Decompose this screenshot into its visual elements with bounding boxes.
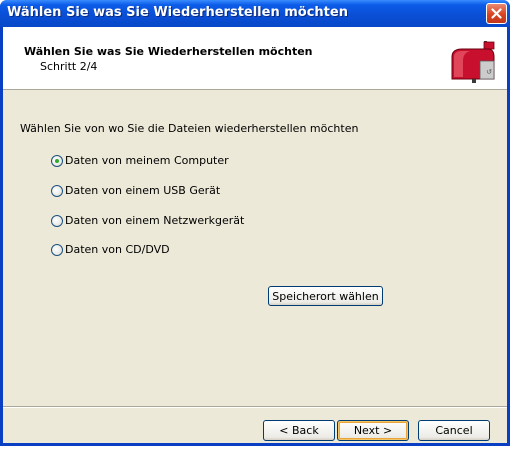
mailbox-icon: ↺: [451, 41, 495, 83]
option-label: Daten von einem Netzwerkgerät: [65, 214, 245, 227]
title-bar[interactable]: Wählen Sie was Sie Wiederherstellen möch…: [0, 0, 510, 27]
option-usb-device[interactable]: Daten von einem USB Gerät: [51, 184, 220, 197]
footer-divider: [3, 406, 507, 408]
option-label: Daten von einem USB Gerät: [65, 184, 221, 197]
radio-cd-dvd[interactable]: [51, 243, 63, 256]
close-button[interactable]: [486, 3, 507, 24]
option-label: Daten von meinem Computer wiederherstell…: [65, 154, 232, 167]
choose-location-button[interactable]: Speicherort wählen: [268, 286, 383, 306]
radio-network-device[interactable]: [51, 214, 63, 227]
instruction-text: Wählen Sie von wo Sie die Dateien wieder…: [20, 122, 359, 135]
wizard-window: Wählen Sie was Sie Wiederherstellen möch…: [0, 0, 510, 446]
window-title: Wählen Sie was Sie Wiederherstellen möch…: [7, 5, 348, 20]
option-network-device[interactable]: Daten von einem Netzwerkgerät: [51, 214, 244, 227]
option-cd-dvd[interactable]: Daten von CD/DVD: [51, 243, 170, 256]
back-button[interactable]: < Back: [263, 420, 335, 441]
next-button[interactable]: Next >: [337, 420, 409, 441]
close-icon: [491, 8, 502, 19]
step-indicator: Schritt 2/4: [40, 60, 98, 73]
radio-usb-device[interactable]: [51, 184, 63, 197]
option-local-computer[interactable]: Daten von meinem Computer wiederherstell…: [51, 154, 232, 167]
wizard-header: Wählen Sie was Sie Wiederherstellen möch…: [3, 27, 507, 90]
svg-text:↺: ↺: [486, 68, 492, 76]
radio-local-computer[interactable]: [51, 154, 63, 167]
cancel-button[interactable]: Cancel: [418, 420, 490, 441]
page-title: Wählen Sie was Sie Wiederherstellen möch…: [24, 45, 313, 58]
option-label: Daten von CD/DVD: [65, 243, 170, 256]
wizard-body: Wählen Sie was Sie Wiederherstellen möch…: [3, 27, 507, 443]
